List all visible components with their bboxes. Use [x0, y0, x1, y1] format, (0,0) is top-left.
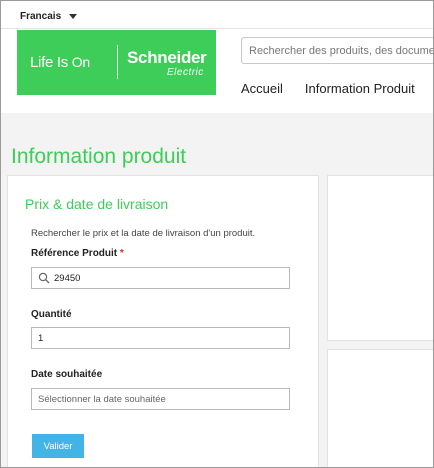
- top-bar: Francais: [1, 1, 433, 29]
- card-description: Rechercher le prix et la date de livrais…: [31, 228, 256, 239]
- search-icon: [38, 272, 50, 284]
- reference-field: [31, 267, 290, 289]
- right-panel-top: [327, 175, 433, 341]
- quantity-input[interactable]: [31, 327, 290, 349]
- reference-input[interactable]: [31, 267, 290, 289]
- app-window: Francais Life Is On Schneider Electric A…: [0, 0, 434, 468]
- power-on-icon: On: [71, 54, 90, 70]
- nav-item-information-produit[interactable]: Information Produit: [305, 81, 415, 96]
- quantity-label: Quantité: [31, 309, 72, 320]
- reference-label: Référence Produit *: [31, 248, 124, 259]
- date-input[interactable]: [31, 388, 290, 410]
- card-title: Prix & date de livraison: [25, 196, 169, 212]
- site-header: Life Is On Schneider Electric Accueil In…: [1, 29, 433, 113]
- main-nav: Accueil Information Produit: [241, 81, 415, 96]
- language-selector[interactable]: Francais: [20, 11, 78, 22]
- page-title: Information produit: [11, 145, 187, 168]
- submit-button[interactable]: Valider: [32, 434, 84, 458]
- logo-brand-sub: Electric: [167, 67, 204, 78]
- logo-divider: [117, 45, 118, 79]
- required-marker: *: [119, 248, 124, 259]
- logo-brand: Schneider: [127, 48, 207, 67]
- search-input[interactable]: [241, 37, 433, 64]
- right-panel-bottom: [327, 349, 433, 467]
- nav-item-accueil[interactable]: Accueil: [241, 81, 283, 96]
- date-label: Date souhaitée: [31, 369, 103, 380]
- logo-tagline: Life Is On: [30, 54, 90, 71]
- language-label: Francais: [20, 11, 62, 22]
- caret-down-icon: [69, 14, 78, 19]
- brand-logo[interactable]: Life Is On Schneider Electric: [17, 30, 216, 95]
- price-delivery-card: Prix & date de livraison Rechercher le p…: [7, 175, 319, 467]
